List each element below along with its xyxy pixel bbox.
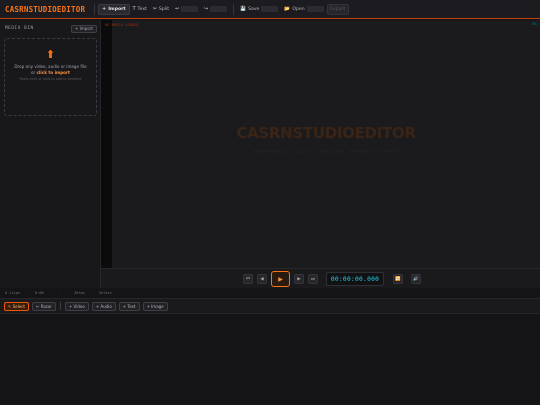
preview-watermark: CASRNSTUDIOEDITOR (236, 124, 416, 142)
click-to-import-link[interactable]: click to import (37, 70, 70, 75)
floppy-disk-icon: 💾 (240, 6, 247, 12)
split-button[interactable]: ✂ Split (150, 4, 172, 15)
redo-label-placeholder (210, 6, 228, 12)
open-extra-placeholder (306, 6, 324, 12)
preview-watermark-subtitle: IMPORT MEDIA · ADD TO TIMELINE · PREVIEW… (252, 150, 400, 154)
export-button[interactable]: Export (326, 3, 349, 15)
next-frame-button[interactable]: ▶ (294, 274, 304, 284)
drop-text: Drop any video, audio or image file (14, 64, 87, 69)
upload-arrow-icon: ⬆ (45, 48, 56, 61)
top-toolbar: CASRNSTUDIOEDITOR + Import T Text ✂ Spli… (0, 0, 540, 19)
skip-end-icon: ⏭ (310, 277, 316, 282)
timeline-toolbar: ↖ Select ✂ Razor + Video + Audio + Text … (0, 299, 540, 314)
step-back-icon: ◀ (260, 276, 264, 282)
clip-count: 0 clips (5, 291, 21, 295)
text-icon: T (132, 6, 136, 12)
loop-icon: 🔁 (395, 276, 401, 282)
media-bin-title: MEDIA BIN (5, 26, 34, 31)
volume-icon: 🔊 (413, 276, 419, 282)
save-button[interactable]: 💾 Save (237, 4, 281, 15)
select-tool-button[interactable]: ↖ Select (4, 301, 29, 311)
previous-frame-button[interactable]: ◀ (257, 274, 267, 284)
drop-instructions: Drop any video, audio or image file or c… (5, 64, 96, 76)
preview-canvas[interactable] (112, 20, 540, 268)
save-label: Save (248, 6, 260, 12)
skip-to-end-button[interactable]: ⏭ (308, 274, 318, 284)
split-label: Split (158, 6, 170, 12)
step-forward-icon: ▶ (297, 276, 301, 282)
play-icon: ▶ (278, 275, 283, 283)
preview-zoom-readout: 0% (531, 22, 537, 26)
text-label: Text (137, 6, 147, 12)
add-audio-track-button[interactable]: + Audio (91, 301, 116, 311)
toolbar-divider (233, 3, 235, 15)
add-video-track-button[interactable]: + Video (64, 301, 89, 311)
import-label: Import (108, 6, 126, 12)
open-label: Open (292, 6, 305, 12)
redo-button[interactable]: ↪ (201, 4, 230, 15)
drop-hint: Right-click or hold to add to timeline (19, 77, 82, 82)
media-drop-zone[interactable]: ⬆ Drop any video, audio or image file or… (4, 38, 97, 116)
add-image-track-button[interactable]: + Image (142, 301, 168, 311)
open-button[interactable]: 📂 Open (281, 4, 326, 15)
undo-label-placeholder (181, 6, 199, 12)
status-bar: 0 clips 0:00 · 30fps Select (0, 288, 540, 299)
razor-tool-button[interactable]: ✂ Razor (31, 301, 56, 311)
timeline-area[interactable] (0, 315, 540, 405)
timeline-toolbar-divider (59, 302, 61, 310)
media-bin-panel: MEDIA BIN + Import ⬆ Drop any video, aud… (0, 20, 101, 288)
add-text-button[interactable]: T Text (130, 4, 150, 15)
media-bin-import-button[interactable]: + Import (71, 24, 97, 33)
skip-to-start-button[interactable]: ⏮ (243, 274, 253, 284)
save-extra-placeholder (261, 6, 279, 12)
undo-button[interactable]: ↩ (172, 4, 201, 15)
status-separator: · (58, 291, 61, 295)
toolbar-divider (94, 3, 96, 15)
volume-button[interactable]: 🔊 (411, 274, 421, 284)
redo-icon: ↪ (204, 6, 209, 12)
timecode-display: 00:00:00.000 (326, 272, 384, 286)
skip-start-icon: ⏮ (245, 277, 251, 282)
media-bin-header: MEDIA BIN + Import (5, 24, 97, 33)
play-button[interactable]: ▶ (271, 271, 290, 287)
import-button[interactable]: + Import (98, 3, 130, 15)
total-duration: 0:00 (35, 291, 44, 295)
transport-controls: ⏮ ◀ ▶ ▶ ⏭ 00:00:00.000 🔁 🔊 (101, 268, 540, 288)
add-text-track-button[interactable]: + Text (118, 301, 140, 311)
drop-or-text: or (31, 70, 36, 76)
no-media-label: NO MEDIA LOADED (105, 23, 139, 27)
undo-icon: ↩ (175, 6, 180, 12)
loop-button[interactable]: 🔁 (393, 274, 403, 284)
scissors-icon: ✂ (152, 6, 157, 12)
folder-icon: 📂 (284, 6, 291, 12)
plus-icon: + (102, 6, 107, 12)
tool-mode: Select (99, 291, 112, 295)
frame-rate: 30fps (74, 291, 85, 295)
app-logo: CASRNSTUDIOEDITOR (5, 4, 86, 14)
